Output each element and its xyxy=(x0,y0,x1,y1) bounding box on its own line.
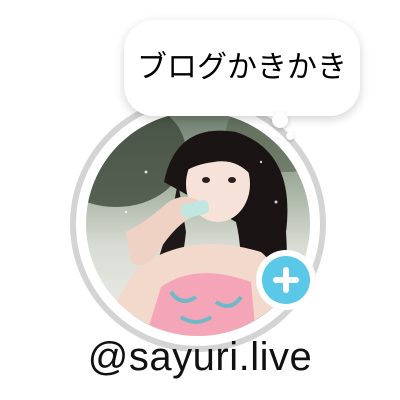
add-button[interactable] xyxy=(256,250,316,310)
bubble-tail-small xyxy=(286,132,294,140)
status-bubble[interactable]: ブログかきかき xyxy=(124,20,360,116)
username: @sayuri.live xyxy=(87,335,313,379)
bubble-tail-large xyxy=(272,112,288,128)
status-bubble-text: ブログかきかき xyxy=(137,50,347,85)
profile-card: ブログかきかき @sayuri.live xyxy=(0,0,400,400)
plus-icon xyxy=(262,256,310,304)
